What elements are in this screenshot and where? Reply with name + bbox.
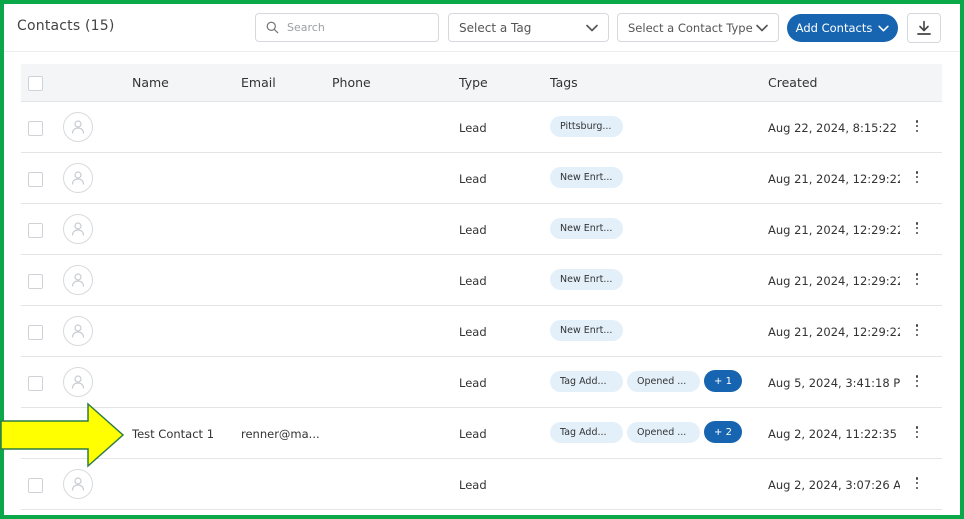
kebab-menu-icon[interactable] xyxy=(911,220,923,236)
column-header-type[interactable]: Type xyxy=(459,75,488,90)
contacts-table: Name Email Phone Type Tags Created Lead P… xyxy=(21,64,942,510)
tag-badge[interactable]: Pittsburg... xyxy=(550,116,623,137)
avatar-placeholder-icon xyxy=(71,120,85,134)
tag-badge[interactable]: New Enrt... xyxy=(550,320,623,341)
contact-email: renner@ma... xyxy=(241,427,320,441)
tag-badge[interactable]: New Enrt... xyxy=(550,218,623,239)
avatar-placeholder-icon xyxy=(71,273,85,287)
avatar-placeholder-icon xyxy=(71,477,85,491)
avatar-placeholder-icon xyxy=(71,375,85,389)
contact-type-select-label: Select a Contact Type xyxy=(628,20,753,35)
kebab-menu-icon[interactable] xyxy=(911,424,923,440)
row-checkbox[interactable] xyxy=(28,478,43,493)
contact-type: Lead xyxy=(459,121,487,135)
table-row[interactable]: Lead Aug 2, 2024, 3:07:26 AM xyxy=(21,459,942,510)
table-row[interactable]: Lead Tag Add... Opened ... + 1 Aug 5, 2024, … xyxy=(21,357,942,408)
contact-type: Lead xyxy=(459,223,487,237)
tag-select-label: Select a Tag xyxy=(459,20,532,35)
kebab-menu-icon[interactable] xyxy=(911,271,923,287)
add-contacts-button[interactable]: Add Contacts xyxy=(787,14,898,42)
avatar[interactable] xyxy=(63,214,93,244)
row-checkbox[interactable] xyxy=(28,172,43,187)
avatar-placeholder-icon xyxy=(71,222,85,236)
avatar-placeholder-icon xyxy=(71,324,85,338)
page-title: Contacts (15) xyxy=(17,18,115,34)
row-checkbox[interactable] xyxy=(28,376,43,391)
more-tags-badge[interactable]: + 2 xyxy=(704,421,742,443)
avatar[interactable] xyxy=(63,469,93,499)
column-header-phone[interactable]: Phone xyxy=(332,75,371,90)
row-checkbox[interactable] xyxy=(28,325,43,340)
column-header-email[interactable]: Email xyxy=(241,75,276,90)
contact-type: Lead xyxy=(459,325,487,339)
pointer-arrow xyxy=(0,402,125,468)
created-date: Aug 21, 2024, 12:29:22 P... xyxy=(768,223,900,237)
more-tags-badge[interactable]: + 1 xyxy=(704,370,742,392)
created-date: Aug 2, 2024, 11:22:35 AM xyxy=(768,427,900,441)
table-row[interactable]: Lead New Enrt... Aug 21, 2024, 12:29:22 P.… xyxy=(21,255,942,306)
contact-name[interactable]: Test Contact 1 xyxy=(132,427,232,441)
kebab-menu-icon[interactable] xyxy=(911,475,923,491)
created-date: Aug 5, 2024, 3:41:18 PM xyxy=(768,376,900,390)
avatar[interactable] xyxy=(63,316,93,346)
created-date: Aug 2, 2024, 3:07:26 AM xyxy=(768,478,900,492)
tag-badge[interactable]: New Enrt... xyxy=(550,167,623,188)
column-header-name[interactable]: Name xyxy=(132,75,169,90)
row-checkbox[interactable] xyxy=(28,274,43,289)
search-icon xyxy=(266,21,279,34)
contact-type: Lead xyxy=(459,376,487,390)
table-header: Name Email Phone Type Tags Created xyxy=(21,64,942,102)
tag-select[interactable]: Select a Tag xyxy=(448,13,609,42)
row-checkbox[interactable] xyxy=(28,223,43,238)
table-row[interactable]: Lead Pittsburg... Aug 22, 2024, 8:15:22 AM xyxy=(21,102,942,153)
tag-badge[interactable]: Opened ... xyxy=(627,422,700,443)
kebab-menu-icon[interactable] xyxy=(911,373,923,389)
table-body: Lead Pittsburg... Aug 22, 2024, 8:15:22 AM… xyxy=(21,102,942,510)
created-date: Aug 21, 2024, 12:29:22 P... xyxy=(768,172,900,186)
tag-badge[interactable]: Opened ... xyxy=(627,371,700,392)
kebab-menu-icon[interactable] xyxy=(911,322,923,338)
avatar[interactable] xyxy=(63,112,93,142)
row-checkbox[interactable] xyxy=(28,121,43,136)
download-button[interactable] xyxy=(907,13,941,43)
contact-type: Lead xyxy=(459,172,487,186)
table-row[interactable]: Lead New Enrt... Aug 21, 2024, 12:29:22 P.… xyxy=(21,153,942,204)
header-divider xyxy=(4,51,960,52)
table-row[interactable]: Lead New Enrt... Aug 21, 2024, 12:29:22 P.… xyxy=(21,306,942,357)
table-row[interactable]: Lead New Enrt... Aug 21, 2024, 12:29:22 P.… xyxy=(21,204,942,255)
tag-badge[interactable]: Tag Add... xyxy=(550,422,623,443)
avatar[interactable] xyxy=(63,367,93,397)
search-box[interactable] xyxy=(255,13,439,42)
chevron-down-icon xyxy=(586,24,598,31)
add-contacts-label: Add Contacts xyxy=(795,21,873,35)
contact-type-select[interactable]: Select a Contact Type xyxy=(617,13,779,42)
column-header-created[interactable]: Created xyxy=(768,75,817,90)
kebab-menu-icon[interactable] xyxy=(911,118,923,134)
kebab-menu-icon[interactable] xyxy=(911,169,923,185)
select-all-checkbox[interactable] xyxy=(28,76,43,91)
contact-type: Lead xyxy=(459,427,487,441)
chevron-down-icon xyxy=(756,24,768,31)
avatar[interactable] xyxy=(63,265,93,295)
contact-type: Lead xyxy=(459,274,487,288)
created-date: Aug 21, 2024, 12:29:22 P... xyxy=(768,325,900,339)
created-date: Aug 22, 2024, 8:15:22 AM xyxy=(768,121,900,135)
table-row[interactable]: Test Contact 1 renner@ma... Lead Tag Add...… xyxy=(21,408,942,459)
avatar-placeholder-icon xyxy=(71,171,85,185)
tag-badge[interactable]: New Enrt... xyxy=(550,269,623,290)
download-icon xyxy=(917,20,931,35)
avatar[interactable] xyxy=(63,163,93,193)
chevron-down-icon xyxy=(878,25,889,31)
column-header-tags[interactable]: Tags xyxy=(550,75,578,90)
created-date: Aug 21, 2024, 12:29:22 P... xyxy=(768,274,900,288)
tag-badge[interactable]: Tag Add... xyxy=(550,371,623,392)
search-input[interactable] xyxy=(285,20,429,35)
contact-type: Lead xyxy=(459,478,487,492)
